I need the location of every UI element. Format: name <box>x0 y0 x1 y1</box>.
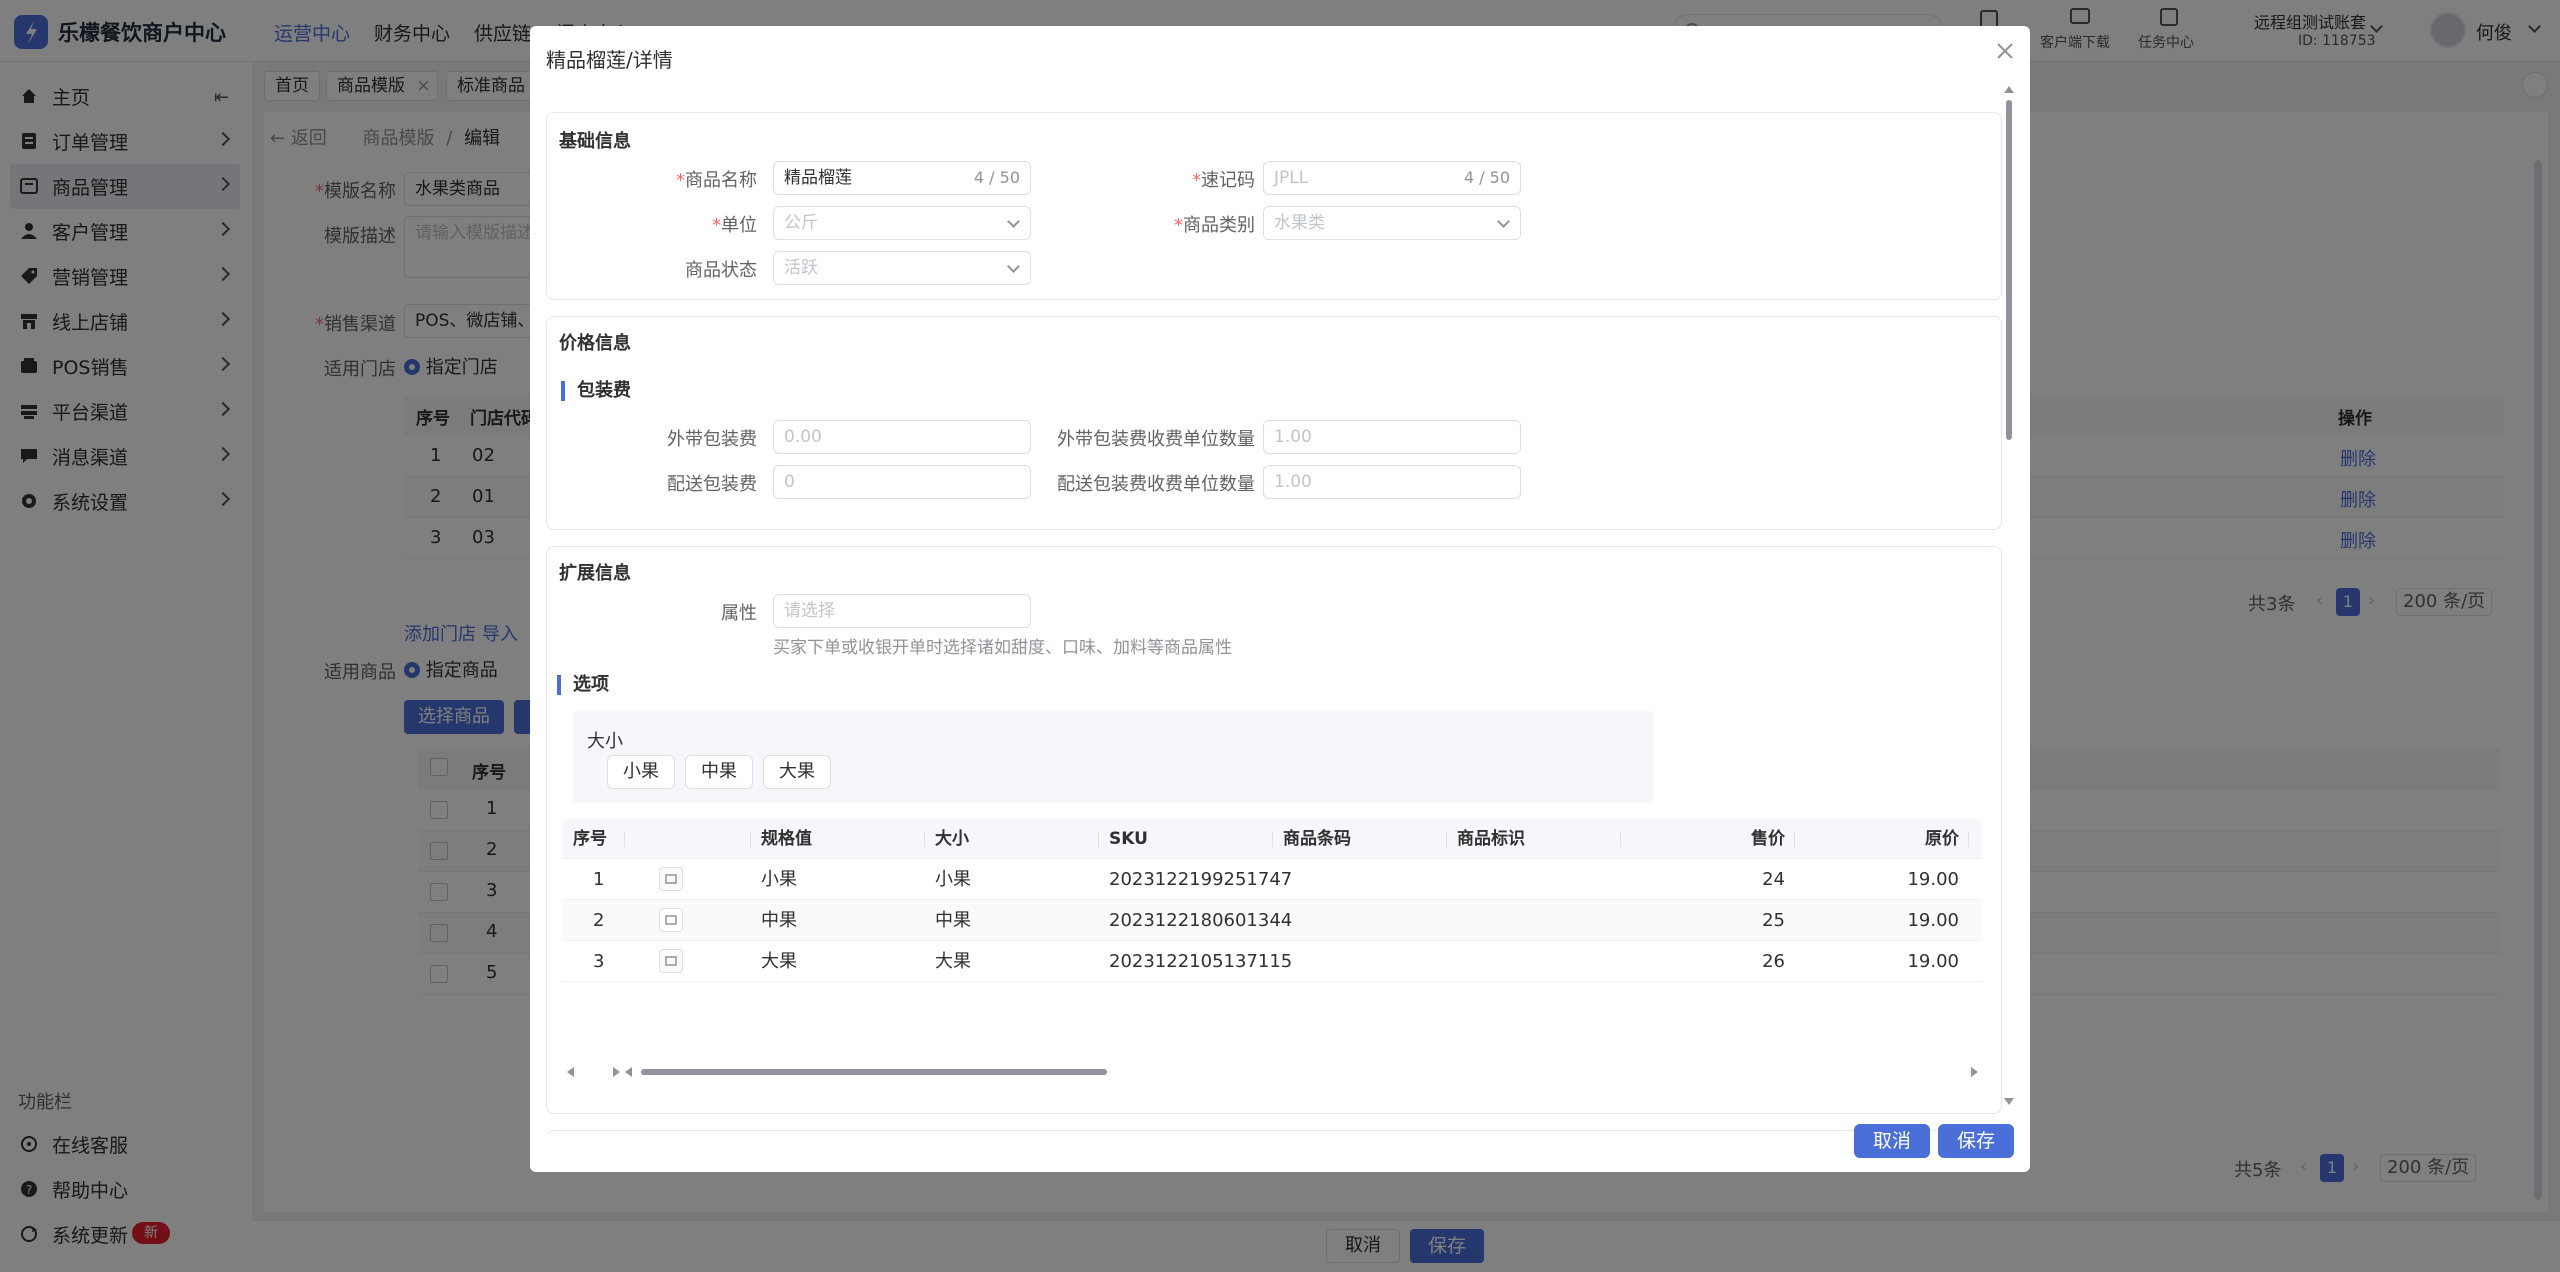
option-large-button[interactable]: 大果 <box>763 755 831 789</box>
sku-cell-sku: 2023122180601344 <box>1109 910 1293 931</box>
sku-cell-mark <box>1447 941 1457 982</box>
status-select[interactable]: 活跃 <box>773 251 1031 285</box>
sku-cell-seq: 3 <box>593 951 605 972</box>
delivery-unit-label: 配送包装费收费单位数量 <box>1057 474 1255 495</box>
option-small-button[interactable]: 小果 <box>607 755 675 789</box>
delivery-fee-input[interactable]: 0 <box>773 465 1031 499</box>
option-medium-button[interactable]: 中果 <box>685 755 753 789</box>
sku-th-sku: SKU <box>1099 819 1273 859</box>
unit-label: *单位 <box>712 215 757 236</box>
delivery-fee-label: 配送包装费 <box>667 474 757 495</box>
sku-cell-seq: 2 <box>593 910 605 931</box>
price-info-card: 价格信息 包装费 外带包装费 0.00 外带包装费收费单位数量 1.00 配送包… <box>546 316 2002 530</box>
image-placeholder-icon[interactable] <box>659 908 683 932</box>
sku-th-seq: 序号 <box>563 819 625 859</box>
extension-info-card: 扩展信息 属性 请选择 买家下单或收银开单时选择诸如甜度、口味、加料等商品属性 … <box>546 546 2002 1114</box>
sku-cell-barcode <box>1273 900 1283 941</box>
shortcode-label: *速记码 <box>1192 170 1255 191</box>
dialog-scroll-down-icon[interactable] <box>2004 1098 2014 1105</box>
sku-cell-mark <box>1447 859 1457 900</box>
char-count: 4 / 50 <box>973 168 1020 187</box>
sku-th-image <box>625 819 751 859</box>
dialog-cancel-button[interactable]: 取消 <box>1854 1124 1930 1158</box>
sku-cell-mark <box>1447 900 1457 941</box>
sku-cell-price: 24 <box>1762 869 1785 890</box>
chevron-down-icon <box>1497 215 1510 228</box>
sku-cell-spec: 小果 <box>761 869 797 890</box>
sku-cell-size: 小果 <box>935 869 971 890</box>
sku-cell-seq: 1 <box>593 869 605 890</box>
sku-th-size: 大小 <box>925 819 1099 859</box>
chevron-down-icon <box>1007 215 1020 228</box>
sku-row: 2 中果 中果 2023122180601344 25 19.00 <box>563 900 1981 941</box>
sku-cell-original: 19.00 <box>1907 910 1959 931</box>
next-card <box>546 1130 2002 1134</box>
dialog-title: 精品榴莲/详情 <box>546 48 673 72</box>
option-group-panel: 大小 小果 中果 大果 <box>573 711 1653 803</box>
sku-cell-price: 25 <box>1762 910 1785 931</box>
packaging-fee-title: 包装费 <box>561 381 631 401</box>
sku-cell-barcode <box>1273 859 1283 900</box>
sku-th-mark: 商品标识 <box>1447 819 1621 859</box>
table-scroll-left-icon[interactable] <box>625 1067 632 1077</box>
dialog-body: 基础信息 *商品名称 精品榴莲 4 / 50 *速记码 JPLL 4 / 50 *单… <box>530 84 2030 1134</box>
attribute-label: 属性 <box>721 603 757 624</box>
category-label: *商品类别 <box>1174 215 1255 236</box>
price-info-title: 价格信息 <box>559 333 631 354</box>
sku-cell-size: 大果 <box>935 951 971 972</box>
char-count: 4 / 50 <box>1463 168 1510 187</box>
takeout-unit-input[interactable]: 1.00 <box>1263 420 1521 454</box>
product-name-label: *商品名称 <box>676 170 757 191</box>
sku-row: 3 大果 大果 2023122105137115 26 19.00 <box>563 941 1981 982</box>
sku-cell-sku: 2023122199251747 <box>1109 869 1293 890</box>
dialog-vertical-scrollbar[interactable] <box>2006 100 2012 440</box>
takeout-fee-label: 外带包装费 <box>667 429 757 450</box>
table-scroll-right-icon[interactable] <box>613 1067 620 1077</box>
sku-cell-original: 19.00 <box>1907 951 1959 972</box>
options-title: 选项 <box>557 675 609 695</box>
delivery-unit-input[interactable]: 1.00 <box>1263 465 1521 499</box>
status-label: 商品状态 <box>685 260 757 281</box>
sku-cell-original: 19.00 <box>1907 869 1959 890</box>
sku-cell-price: 26 <box>1762 951 1785 972</box>
sku-cell-barcode <box>1273 941 1283 982</box>
image-placeholder-icon[interactable] <box>659 949 683 973</box>
sku-table-header: 序号 规格值 大小 SKU 商品条码 商品标识 售价 原价 <box>563 819 1981 859</box>
sku-cell-spec: 大果 <box>761 951 797 972</box>
sku-th-price: 售价 <box>1621 819 1795 859</box>
attribute-select[interactable]: 请选择 <box>773 594 1031 628</box>
image-placeholder-icon[interactable] <box>659 867 683 891</box>
close-icon[interactable] <box>1994 40 2016 62</box>
sku-th-original: 原价 <box>1795 819 1969 859</box>
sku-cell-sku: 2023122105137115 <box>1109 951 1293 972</box>
unit-select[interactable]: 公斤 <box>773 206 1031 240</box>
shortcode-input[interactable]: JPLL 4 / 50 <box>1263 161 1521 195</box>
category-select[interactable]: 水果类 <box>1263 206 1521 240</box>
takeout-unit-label: 外带包装费收费单位数量 <box>1057 429 1255 450</box>
sku-th-barcode: 商品条码 <box>1273 819 1447 859</box>
option-group-name: 大小 <box>587 731 623 752</box>
product-detail-dialog: 精品榴莲/详情 基础信息 *商品名称 精品榴莲 4 / 50 *速记码 JPLL 4… <box>530 26 2030 1172</box>
chevron-down-icon <box>1007 260 1020 273</box>
table-scroll-right-icon[interactable] <box>1971 1067 1978 1077</box>
sku-th-spec: 规格值 <box>751 819 925 859</box>
table-scroll-left-icon[interactable] <box>567 1067 574 1077</box>
basic-info-card: 基础信息 *商品名称 精品榴莲 4 / 50 *速记码 JPLL 4 / 50 *单… <box>546 112 2002 300</box>
sku-table: 序号 规格值 大小 SKU 商品条码 商品标识 售价 原价 1 小果 小果 20… <box>563 819 1981 1083</box>
sku-row: 1 小果 小果 2023122199251747 24 19.00 <box>563 859 1981 900</box>
sku-cell-size: 中果 <box>935 910 971 931</box>
table-horizontal-scrollbar[interactable] <box>641 1069 1107 1075</box>
takeout-fee-input[interactable]: 0.00 <box>773 420 1031 454</box>
dialog-save-button[interactable]: 保存 <box>1938 1124 2014 1158</box>
basic-info-title: 基础信息 <box>559 131 631 152</box>
attribute-hint: 买家下单或收银开单时选择诸如甜度、口味、加料等商品属性 <box>773 638 1232 658</box>
product-name-input[interactable]: 精品榴莲 4 / 50 <box>773 161 1031 195</box>
extension-info-title: 扩展信息 <box>559 563 631 584</box>
dialog-scroll-up-icon[interactable] <box>2004 86 2014 93</box>
sku-cell-spec: 中果 <box>761 910 797 931</box>
